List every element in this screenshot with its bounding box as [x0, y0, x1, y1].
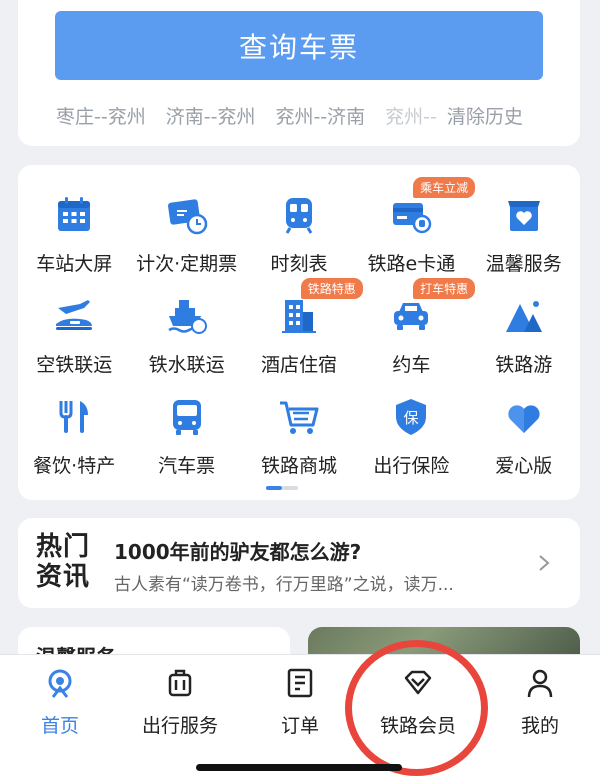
luggage-icon: [168, 669, 192, 697]
news-title: 1000年前的驴友都怎么游?: [114, 540, 362, 564]
service-mall[interactable]: 铁路商城: [243, 387, 355, 488]
heart-shop-icon: [507, 201, 540, 231]
news-subtitle: 古人素有“读万卷书，行万里路”之说，读万...: [114, 575, 454, 595]
service-care[interactable]: 爱心版: [468, 387, 580, 488]
clear-history-button[interactable]: 清除历史: [447, 102, 523, 129]
mountain-icon: [505, 301, 542, 332]
service-station-screen[interactable]: 车站大屏: [18, 185, 130, 286]
badge-line: 资讯: [36, 562, 91, 592]
service-ecard[interactable]: 乘车立减 铁路e卡通: [355, 177, 476, 286]
service-insurance[interactable]: 保 出行保险: [355, 387, 467, 488]
dining-icon: [59, 401, 89, 433]
history-item[interactable]: 枣庄--兖州: [56, 102, 146, 129]
query-tickets-button[interactable]: 查询车票: [55, 11, 543, 80]
service-label: 时刻表: [270, 253, 328, 275]
service-count-ticket[interactable]: 计次·定期票: [130, 185, 242, 286]
hot-news-badge: 热门 资讯: [36, 532, 92, 592]
tab-travel-services[interactable]: 出行服务: [120, 667, 240, 738]
tab-label: 订单: [280, 715, 319, 737]
chevron-right-icon: [539, 555, 550, 571]
home-icon: [48, 669, 72, 698]
station-screen-icon: [58, 197, 91, 231]
page-indicator: [266, 486, 298, 490]
tab-label: 首页: [40, 715, 79, 737]
ticket-clock-icon: [167, 199, 207, 235]
promo-tag: 乘车立减: [413, 177, 476, 198]
service-label: 铁路游: [495, 354, 553, 376]
service-dining[interactable]: 餐饮·特产: [18, 387, 130, 488]
service-label: 铁水联运: [148, 354, 225, 376]
home-indicator: [196, 764, 402, 771]
service-rail-tour[interactable]: 铁路游: [468, 286, 580, 387]
car-icon: [394, 303, 429, 330]
insurance-shield-icon: 保: [396, 399, 427, 435]
service-bus[interactable]: 汽车票: [130, 387, 242, 488]
service-label: 出行保险: [373, 455, 450, 477]
hot-news-card[interactable]: 热门 资讯 1000年前的驴友都怎么游? 古人素有“读万卷书，行万里路”之说，读…: [18, 518, 580, 608]
service-timetable[interactable]: 时刻表: [243, 185, 355, 286]
service-label: 餐饮·特产: [33, 455, 116, 477]
service-label: 酒店住宿: [260, 354, 337, 376]
promo-tag: 打车特惠: [413, 278, 476, 299]
service-hotel[interactable]: 铁路特惠 酒店住宿: [243, 278, 363, 387]
badge-line: 热门: [36, 532, 91, 562]
promo-tag: 铁路特惠: [300, 278, 363, 299]
insurance-glyph: 保: [404, 409, 419, 427]
tab-label: 出行服务: [141, 715, 218, 737]
ship-train-icon: [167, 300, 207, 334]
service-label: 约车: [392, 354, 431, 376]
bus-icon: [172, 400, 201, 435]
tab-home[interactable]: 首页: [0, 667, 120, 738]
service-warm[interactable]: 温馨服务: [468, 185, 580, 286]
history-item[interactable]: 兖州--济南: [275, 102, 365, 129]
cart-icon: [279, 401, 319, 434]
services-card: 车站大屏 计次·定期票 时刻表 乘车立减 铁路e卡通 温馨服务 空铁联运 铁水联…: [18, 165, 580, 500]
profile-icon: [527, 669, 553, 698]
service-label: 车站大屏: [36, 253, 113, 275]
hotel-icon: [281, 300, 316, 333]
ecard-icon: [393, 203, 432, 234]
service-label: 爱心版: [495, 455, 553, 477]
history-item[interactable]: 兖州--: [385, 102, 437, 129]
service-rail-water[interactable]: 铁水联运: [130, 286, 242, 387]
history-item[interactable]: 济南--兖州: [166, 102, 256, 129]
plane-train-icon: [56, 300, 93, 330]
heart-icon: [508, 405, 540, 433]
service-label: 铁路商城: [260, 455, 337, 477]
service-label: 汽车票: [158, 455, 216, 477]
service-label: 空铁联运: [36, 354, 113, 376]
tab-label: 我的: [520, 715, 559, 737]
tab-orders[interactable]: 订单: [240, 667, 360, 738]
highlight-circle: [345, 640, 488, 776]
bottom-tab-bar: 首页 出行服务 订单 铁路会员 我的: [0, 654, 600, 782]
tab-profile[interactable]: 我的: [480, 667, 600, 738]
service-air-rail[interactable]: 空铁联运: [18, 286, 130, 387]
service-label: 温馨服务: [485, 253, 562, 275]
page-dot: [282, 486, 298, 490]
search-card: 查询车票 枣庄--兖州 济南--兖州 兖州--济南 兖州-- 清除历史: [18, 0, 580, 146]
search-history: 枣庄--兖州 济南--兖州 兖州--济南 兖州-- 清除历史: [56, 101, 556, 129]
page-dot-active: [266, 486, 282, 490]
service-label: 计次·定期票: [136, 253, 238, 275]
order-icon: [287, 668, 313, 698]
service-car[interactable]: 打车特惠 约车: [355, 278, 476, 387]
service-label: 铁路e卡通: [367, 253, 456, 275]
train-icon: [285, 198, 313, 234]
